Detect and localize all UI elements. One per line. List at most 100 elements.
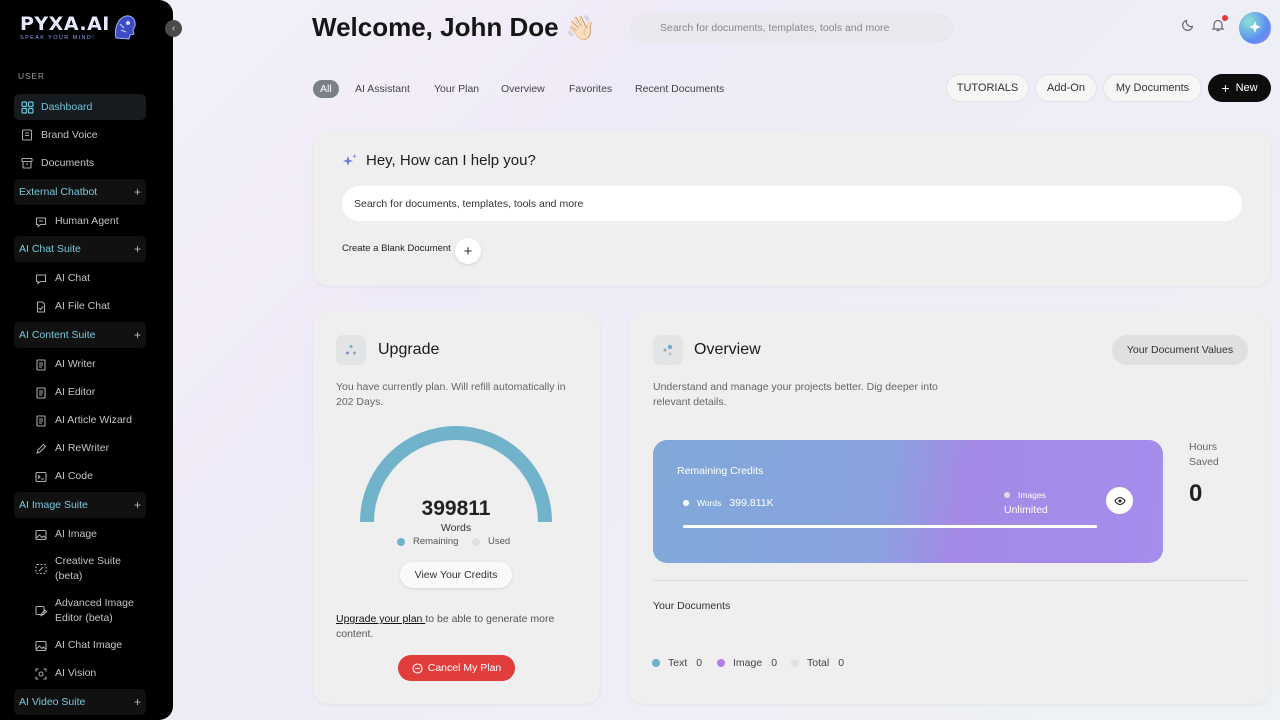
magic-icon: [34, 562, 48, 576]
tab-favorites[interactable]: Favorites: [569, 80, 612, 98]
sidebar-item-ai-code[interactable]: AI Code: [34, 469, 149, 484]
sidebar-item-label: AI ReWriter: [55, 442, 110, 454]
sidebar-item-ai-file-chat[interactable]: AI File Chat: [34, 299, 149, 314]
minus-circle-icon: [412, 662, 423, 674]
vision-icon: [34, 667, 48, 681]
image-icon: [34, 639, 48, 653]
sidebar-item-ai-editor[interactable]: AI Editor: [34, 385, 149, 400]
new-button[interactable]: + New: [1208, 74, 1271, 102]
eye-icon[interactable]: [1106, 487, 1133, 514]
collapse-sidebar-button[interactable]: ‹: [165, 20, 182, 37]
sidebar-group-label: AI Content Suite: [19, 329, 96, 341]
sidebar-item-label: AI Chat Image: [55, 639, 123, 651]
tab-your-plan[interactable]: Your Plan: [434, 80, 479, 98]
doc-stat-value: 0: [838, 657, 845, 669]
cancel-plan-label: Cancel My Plan: [427, 662, 502, 674]
moon-icon[interactable]: [1181, 18, 1195, 37]
doc-stat-label: Total: [807, 657, 830, 669]
section-label-user: USER: [18, 71, 45, 81]
logo-tagline: SPEAK YOUR MIND!: [20, 34, 96, 41]
search-placeholder: Search for documents, templates, tools a…: [660, 22, 890, 34]
robot-logo-icon: [112, 12, 138, 42]
sidebar-group-label: AI Chat Suite: [19, 243, 81, 255]
credits-title: Remaining Credits: [677, 465, 764, 477]
sidebar-item-ai-article-wizard[interactable]: AI Article Wizard: [34, 413, 149, 428]
sidebar-item-label: AI Article Wizard: [55, 414, 133, 426]
upgrade-title: Upgrade: [378, 341, 440, 358]
sidebar-item-label: Human Agent: [55, 215, 119, 227]
expand-plus-icon[interactable]: +: [134, 242, 141, 256]
notification-dot: [1222, 15, 1228, 21]
your-documents-title: Your Documents: [653, 600, 731, 612]
assistant-title: Hey, How can I help you?: [366, 152, 536, 169]
sidebar-item-documents[interactable]: Documents: [14, 150, 146, 176]
dots-icon: [336, 335, 366, 365]
sidebar-item-label: AI File Chat: [55, 300, 110, 312]
images-credit: Images: [1004, 490, 1046, 500]
doc-stat-value: 0: [696, 657, 703, 669]
doc-icon: [34, 386, 48, 400]
addon-button[interactable]: Add-On: [1035, 74, 1097, 102]
sidebar-item-ai-chat[interactable]: AI Chat: [34, 271, 149, 286]
tab-recent-documents[interactable]: Recent Documents: [635, 80, 724, 98]
create-blank-document-button[interactable]: +: [455, 238, 481, 264]
sidebar-item-dashboard[interactable]: Dashboard: [14, 94, 146, 120]
sidebar-item-label: AI Editor: [55, 386, 96, 398]
words-label: Words: [697, 498, 722, 508]
grid-icon: [20, 100, 34, 114]
sidebar-item-label: Dashboard: [41, 101, 93, 113]
expand-plus-icon[interactable]: +: [134, 498, 141, 512]
sidebar-item-ai-rewriter[interactable]: AI ReWriter: [34, 441, 149, 456]
tab-overview[interactable]: Overview: [501, 80, 545, 98]
view-credits-button[interactable]: View Your Credits: [400, 562, 512, 588]
legend-remaining: Remaining: [397, 536, 458, 547]
assistant-search-input[interactable]: Search for documents, templates, tools a…: [342, 186, 1242, 221]
sidebar-item-label: Documents: [41, 157, 95, 169]
sidebar-group-ai-image-suite[interactable]: AI Image Suite +: [14, 492, 146, 518]
tab-ai-assistant[interactable]: AI Assistant: [355, 80, 410, 98]
sidebar-item-ai-writer[interactable]: AI Writer: [34, 357, 149, 372]
upgrade-plan-link[interactable]: Upgrade your plan: [336, 613, 425, 625]
expand-plus-icon[interactable]: +: [134, 695, 141, 709]
hours-saved-label: Hours Saved: [1189, 441, 1219, 468]
archive-icon: [20, 156, 34, 170]
sidebar-group-ai-chat-suite[interactable]: AI Chat Suite +: [14, 236, 146, 262]
sidebar-item-label: Brand Voice: [41, 129, 98, 141]
my-documents-button[interactable]: My Documents: [1103, 74, 1202, 102]
sidebar-item-ai-vision[interactable]: AI Vision: [34, 666, 149, 681]
doc-stat-image: Image 0: [717, 657, 777, 669]
document-values-button[interactable]: Your Document Values: [1112, 335, 1248, 365]
avatar[interactable]: [1239, 12, 1271, 44]
sidebar-item-ai-chat-image[interactable]: AI Chat Image: [34, 638, 149, 653]
sidebar-item-human-agent[interactable]: Human Agent: [34, 214, 149, 229]
legend-dot: [652, 659, 660, 667]
sidebar-group-external-chatbot[interactable]: External Chatbot +: [14, 179, 146, 205]
overview-description: Understand and manage your projects bett…: [653, 381, 938, 408]
sidebar-item-ai-image[interactable]: AI Image: [34, 527, 149, 542]
assistant-search-value: Search for documents, templates, tools a…: [354, 197, 584, 210]
doc-icon: [34, 358, 48, 372]
sidebar: PYXA.AI SPEAK YOUR MIND! USER Dashboard …: [0, 0, 173, 720]
expand-plus-icon[interactable]: +: [134, 328, 141, 342]
tutorials-button[interactable]: TUTORIALS: [946, 74, 1029, 102]
doc-icon: [34, 414, 48, 428]
tab-all[interactable]: All: [313, 80, 339, 98]
logo[interactable]: PYXA.AI SPEAK YOUR MIND!: [20, 12, 138, 42]
doc-stat-label: Image: [733, 657, 763, 669]
sidebar-item-creative-suite[interactable]: Creative Suite (beta): [34, 554, 149, 584]
remaining-credits-panel: Remaining Credits Words 399.811K Images …: [653, 440, 1163, 563]
sidebar-item-label: AI Chat: [55, 272, 91, 284]
wave-emoji-icon: 👋🏻: [565, 15, 596, 42]
sidebar-group-ai-video-suite[interactable]: AI Video Suite +: [14, 689, 146, 715]
sidebar-item-advanced-image-editor[interactable]: Advanced Image Editor (beta): [34, 596, 149, 626]
search-input[interactable]: Search for documents, templates, tools a…: [630, 13, 954, 43]
plus-icon: +: [1221, 80, 1230, 96]
sidebar-group-label: External Chatbot: [19, 186, 98, 198]
cancel-plan-button[interactable]: Cancel My Plan: [398, 655, 515, 681]
expand-plus-icon[interactable]: +: [134, 185, 141, 199]
bell-icon[interactable]: [1211, 18, 1225, 37]
sidebar-group-ai-content-suite[interactable]: AI Content Suite +: [14, 322, 146, 348]
create-blank-document-label[interactable]: Create a Blank Document: [342, 243, 451, 254]
sidebar-item-brand-voice[interactable]: Brand Voice: [14, 122, 146, 148]
legend-used: Used: [472, 536, 510, 547]
